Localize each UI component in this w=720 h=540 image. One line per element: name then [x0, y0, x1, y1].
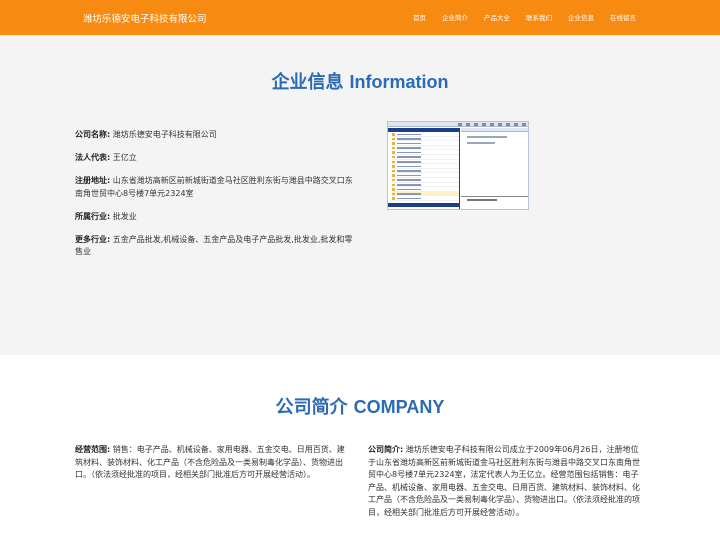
company-title-cn: 公司简介 — [275, 397, 348, 417]
nav-item-about[interactable]: 企业简介 — [442, 12, 468, 22]
scope-label: 经营范围: — [75, 445, 111, 454]
info-value: 王亿立 — [112, 153, 137, 162]
info-label: 法人代表: — [75, 153, 111, 162]
info-row-company-name: 公司名称: 潍坊乐德安电子科技有限公司 — [75, 129, 355, 142]
software-screenshot-image — [387, 121, 529, 210]
business-scope-block: 经营范围: 销售：电子产品、机械设备、家用电器、五金交电、日用百货、建筑材料、装… — [75, 444, 351, 482]
info-label: 所属行业: — [75, 211, 111, 221]
company-info-section: 企业信息 Information 公司名称: 潍坊乐德安电子科技有限公司 法人代表… — [0, 35, 720, 355]
screenshot-tree-panel — [388, 128, 460, 209]
nav-item-contact[interactable]: 联系我们 — [526, 12, 552, 22]
info-label: 更多行业: — [75, 234, 111, 244]
info-list: 公司名称: 潍坊乐德安电子科技有限公司 法人代表: 王亿立 注册地址: 山东省潍… — [75, 129, 355, 269]
nav-item-home[interactable]: 首页 — [413, 12, 426, 22]
nav-item-products[interactable]: 产品大全 — [484, 12, 510, 22]
info-title-en: Information — [349, 72, 449, 92]
company-title-en: COMPANY — [353, 397, 445, 417]
screenshot-detail-panel — [461, 128, 528, 209]
info-value: 五金产品批发,机械设备、五金产品及电子产品批发,批发业,批发和零售业 — [75, 234, 353, 257]
site-brand[interactable]: 潍坊乐德安电子科技有限公司 — [83, 11, 207, 25]
info-value: 批发业 — [112, 211, 137, 221]
company-section-title: 公司简介 COMPANY — [0, 393, 720, 419]
top-navbar: 潍坊乐德安电子科技有限公司 首页 企业简介 产品大全 联系我们 企业信息 在线留… — [0, 0, 720, 35]
intro-label: 公司简介: — [368, 445, 404, 454]
nav-item-message[interactable]: 在线留言 — [610, 12, 636, 22]
info-row-address: 注册地址: 山东省潍坊高新区前新城街道金马社区胜利东街与潍县中路交叉口东南角世贸… — [75, 175, 355, 200]
info-row-more-industries: 更多行业: 五金产品批发,机械设备、五金产品及电子产品批发,批发业,批发和零售业 — [75, 234, 355, 259]
info-value: 山东省潍坊高新区前新城街道金马社区胜利东街与潍县中路交叉口东南角世贸中心8号楼7… — [75, 176, 353, 198]
main-nav: 首页 企业简介 产品大全 联系我们 企业信息 在线留言 — [397, 12, 636, 22]
info-row-industry: 所属行业: 批发业 — [75, 211, 355, 224]
info-label: 注册地址: — [75, 176, 111, 185]
screenshot-toolbar — [388, 122, 528, 127]
company-intro-block: 公司简介: 潍坊乐德安电子科技有限公司成立于2009年06月26日，注册地位于山… — [368, 444, 644, 520]
info-section-title: 企业信息 Information — [0, 68, 720, 94]
info-label: 公司名称: — [75, 130, 111, 139]
intro-text: 潍坊乐德安电子科技有限公司成立于2009年06月26日，注册地位于山东省潍坊高新… — [368, 445, 640, 517]
info-row-legal-rep: 法人代表: 王亿立 — [75, 152, 355, 165]
scope-text: 销售：电子产品、机械设备、家用电器、五金交电、日用百货、建筑材料、装饰材料、化工… — [75, 445, 345, 480]
info-value: 潍坊乐德安电子科技有限公司 — [112, 130, 217, 139]
info-title-cn: 企业信息 — [271, 72, 344, 92]
nav-item-company-info[interactable]: 企业信息 — [568, 12, 594, 22]
